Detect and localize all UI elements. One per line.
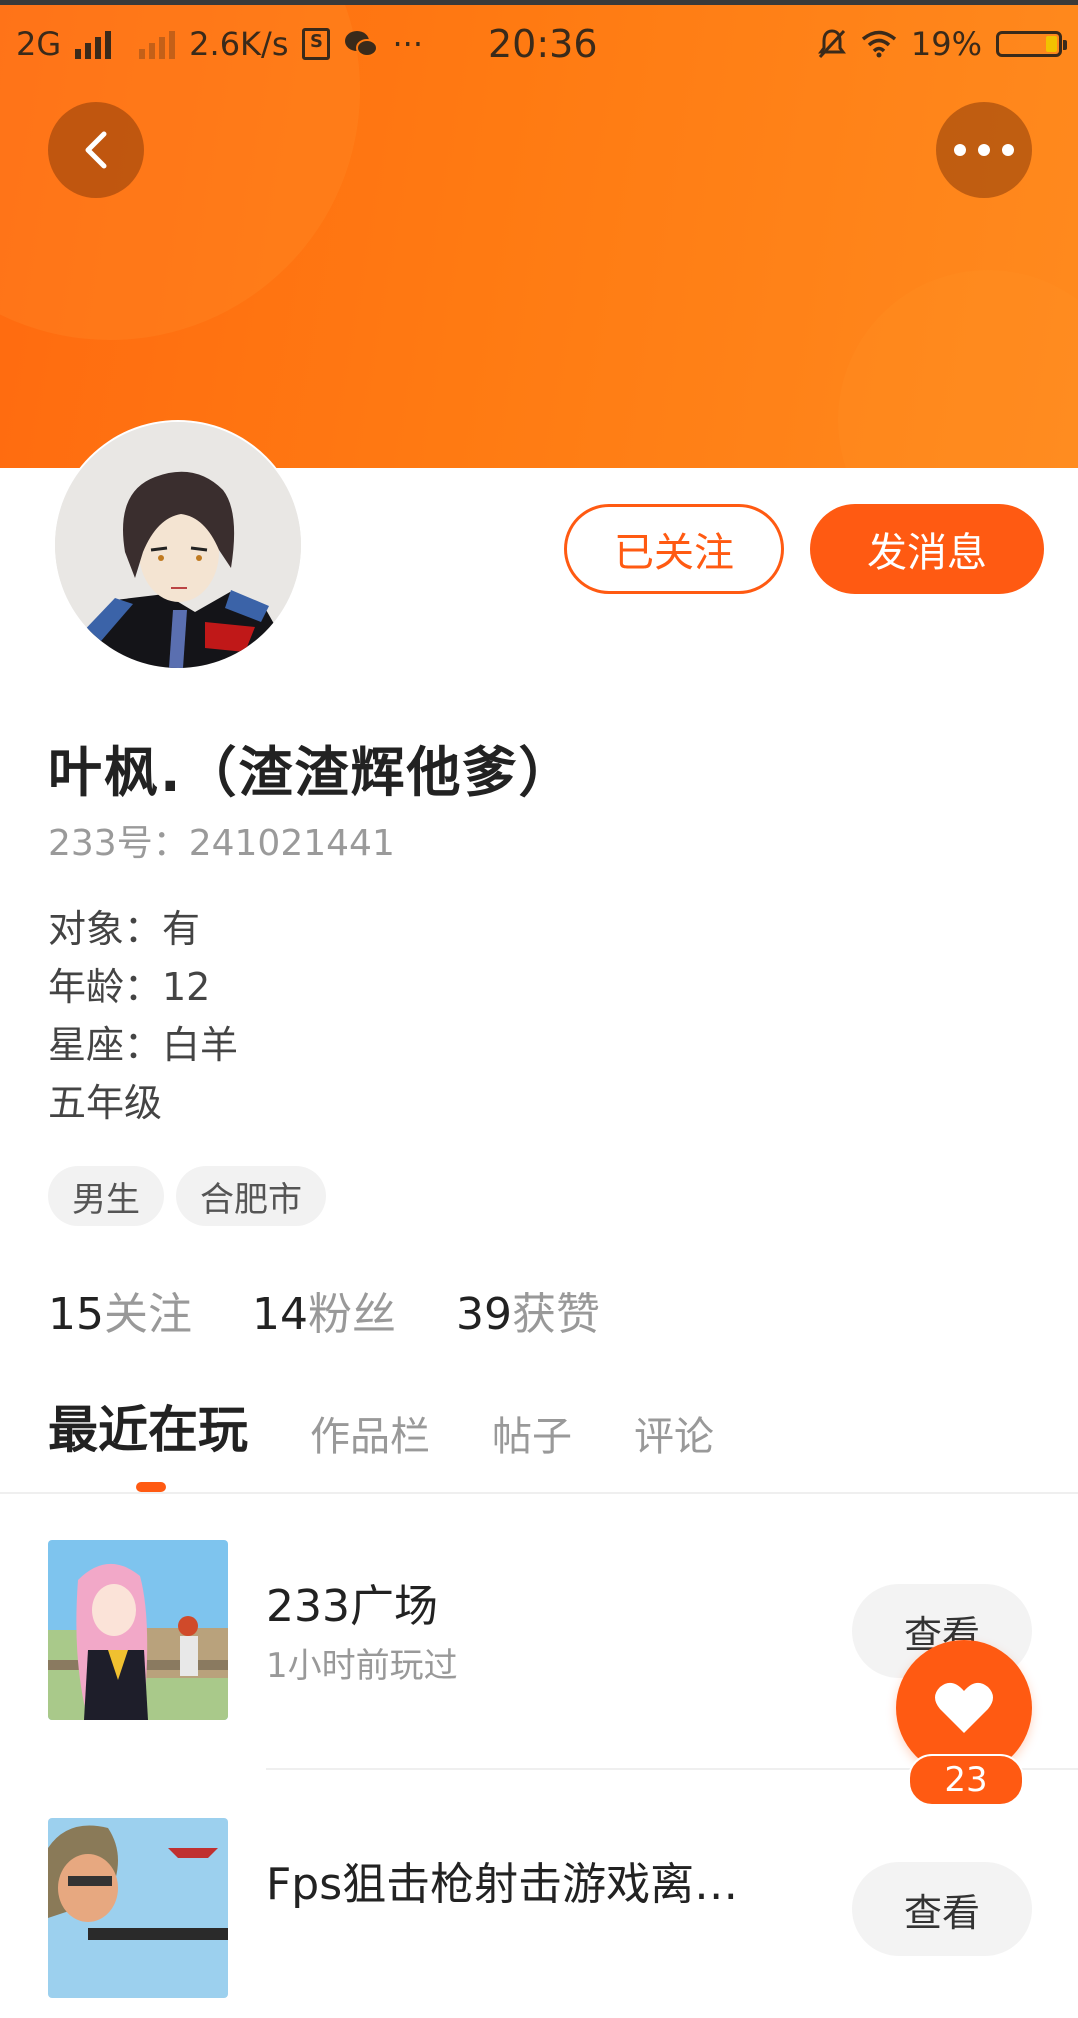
stat-fans[interactable]: 14粉丝 (252, 1278, 396, 1342)
like-count-badge: 23 (908, 1754, 1024, 1806)
stat-likes[interactable]: 39获赞 (456, 1278, 600, 1342)
tag-city: 合肥市 (176, 1166, 326, 1226)
clock: 20:36 (488, 22, 598, 66)
avatar[interactable] (55, 422, 301, 668)
more-notifications: ··· (392, 25, 423, 63)
game-art-image (48, 1540, 228, 1720)
chevron-left-icon (85, 131, 107, 169)
bio-line: 星座：白羊 (48, 1023, 239, 1067)
stat-value: 14 (252, 1289, 308, 1340)
tab-comments[interactable]: 评论 (634, 1404, 714, 1462)
sim-icon: S (302, 28, 331, 60)
more-button[interactable] (936, 102, 1032, 198)
profile-tags: 男生 合肥市 (48, 1166, 326, 1226)
stat-value: 39 (456, 1289, 512, 1340)
battery-icon (996, 31, 1067, 57)
more-dots-icon (954, 144, 1014, 156)
send-message-button[interactable]: 发消息 (810, 504, 1044, 594)
battery-percent: 19% (910, 25, 982, 63)
status-bar: 2G 2.6K/s S ··· 20:36 19% (0, 5, 1078, 83)
mute-bell-icon (817, 29, 846, 59)
battery-fill (1046, 36, 1057, 52)
stat-label: 粉丝 (308, 1289, 396, 1340)
avatar-illustration (55, 422, 301, 668)
stat-value: 15 (48, 1289, 104, 1340)
tag-gender: 男生 (48, 1166, 164, 1226)
tab-works[interactable]: 作品栏 (310, 1404, 430, 1462)
network-type: 2G (16, 25, 62, 63)
tab-posts[interactable]: 帖子 (492, 1404, 572, 1462)
signal-icon (75, 29, 112, 59)
bio-line: 年龄：12 (48, 965, 211, 1009)
bio-line: 对象：有 (48, 907, 201, 951)
stat-label: 关注 (104, 1289, 192, 1340)
profile-bio: 对象：有 年龄：12 星座：白羊 五年级 (48, 900, 238, 1132)
game-thumbnail (48, 1540, 228, 1720)
back-button[interactable] (48, 102, 144, 198)
list-item[interactable]: Fps狙击枪射击游戏离… 查看 (0, 1818, 1078, 2018)
followed-button[interactable]: 已关注 (564, 504, 784, 594)
profile-name: 叶枫.（渣渣辉他爹） (48, 741, 575, 804)
stat-label: 获赞 (512, 1289, 600, 1340)
tabs-divider (0, 1492, 1078, 1494)
profile-stats: 15关注 14粉丝 39获赞 (48, 1278, 600, 1342)
game-title: 233广场 (266, 1581, 438, 1632)
stat-following[interactable]: 15关注 (48, 1278, 192, 1342)
game-thumbnail (48, 1818, 228, 1998)
network-speed: 2.6K/s (189, 25, 289, 63)
wifi-icon (861, 30, 896, 58)
profile-id: 233号：241021441 (48, 823, 395, 864)
wechat-icon (345, 31, 379, 57)
game-title: Fps狙击枪射击游戏离… (266, 1859, 739, 1910)
game-subtitle: 1小时前玩过 (266, 1646, 458, 1686)
active-tab-indicator (136, 1482, 166, 1492)
tab-recently-played[interactable]: 最近在玩 (48, 1390, 248, 1462)
avatar-frame[interactable] (53, 420, 303, 670)
profile-tabs: 最近在玩 作品栏 帖子 评论 (48, 1392, 714, 1462)
bio-line: 五年级 (48, 1081, 163, 1125)
heart-icon (935, 1682, 993, 1733)
game-art-image (48, 1818, 228, 1998)
signal-2-icon (139, 29, 176, 59)
view-button[interactable]: 查看 (852, 1862, 1032, 1956)
